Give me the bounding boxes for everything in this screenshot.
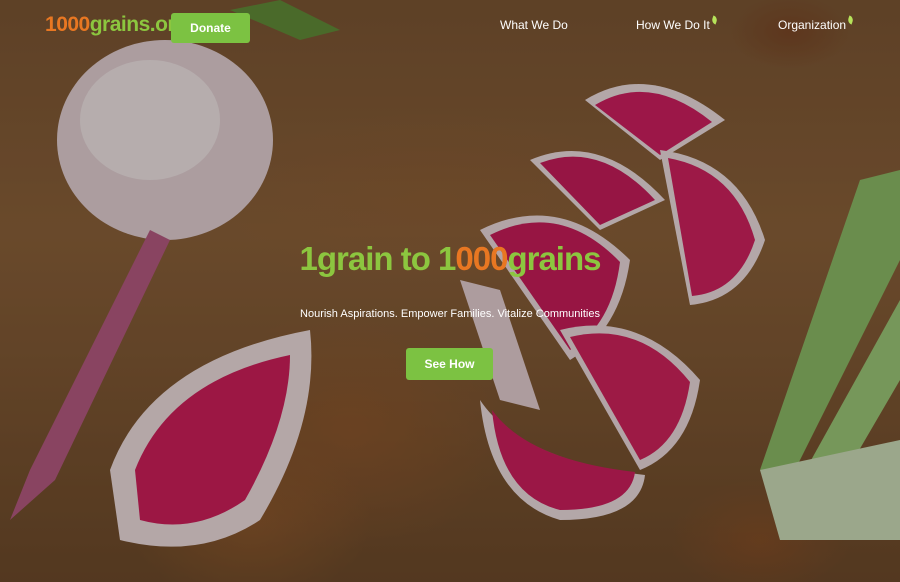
see-how-button[interactable]: See How: [406, 348, 493, 380]
hero-section: 1000grains.org Donate What We Do How We …: [0, 0, 900, 582]
nav-item-how-we-do-it[interactable]: How We Do It: [636, 15, 719, 32]
leaf-icon: [846, 15, 855, 25]
logo-one: 1: [45, 13, 57, 36]
site-logo[interactable]: 1000grains.org: [45, 13, 188, 37]
nav-item-label: What We Do: [500, 18, 568, 32]
nav-item-label: How We Do It: [636, 18, 710, 32]
nav-item-what-we-do[interactable]: What We Do: [500, 18, 568, 32]
donate-button[interactable]: Donate: [171, 13, 250, 43]
headline-part-1: 1grain to: [299, 240, 439, 277]
headline-part-4: grains: [507, 240, 601, 277]
nav-item-label: Organization: [778, 18, 847, 32]
headline-part-2: 1: [438, 240, 456, 277]
hero-subtitle: Nourish Aspirations. Empower Families. V…: [300, 308, 600, 320]
nav-item-organization[interactable]: Organization: [778, 15, 855, 32]
dark-overlay: [0, 0, 900, 582]
hero-headline-logo: 1grain to 1000grains: [0, 240, 900, 278]
leaf-icon: [710, 15, 719, 25]
top-navigation: 1000grains.org Donate What We Do How We …: [0, 0, 900, 56]
logo-zeros: 000: [56, 13, 90, 36]
headline-zeros: 000: [455, 240, 508, 277]
